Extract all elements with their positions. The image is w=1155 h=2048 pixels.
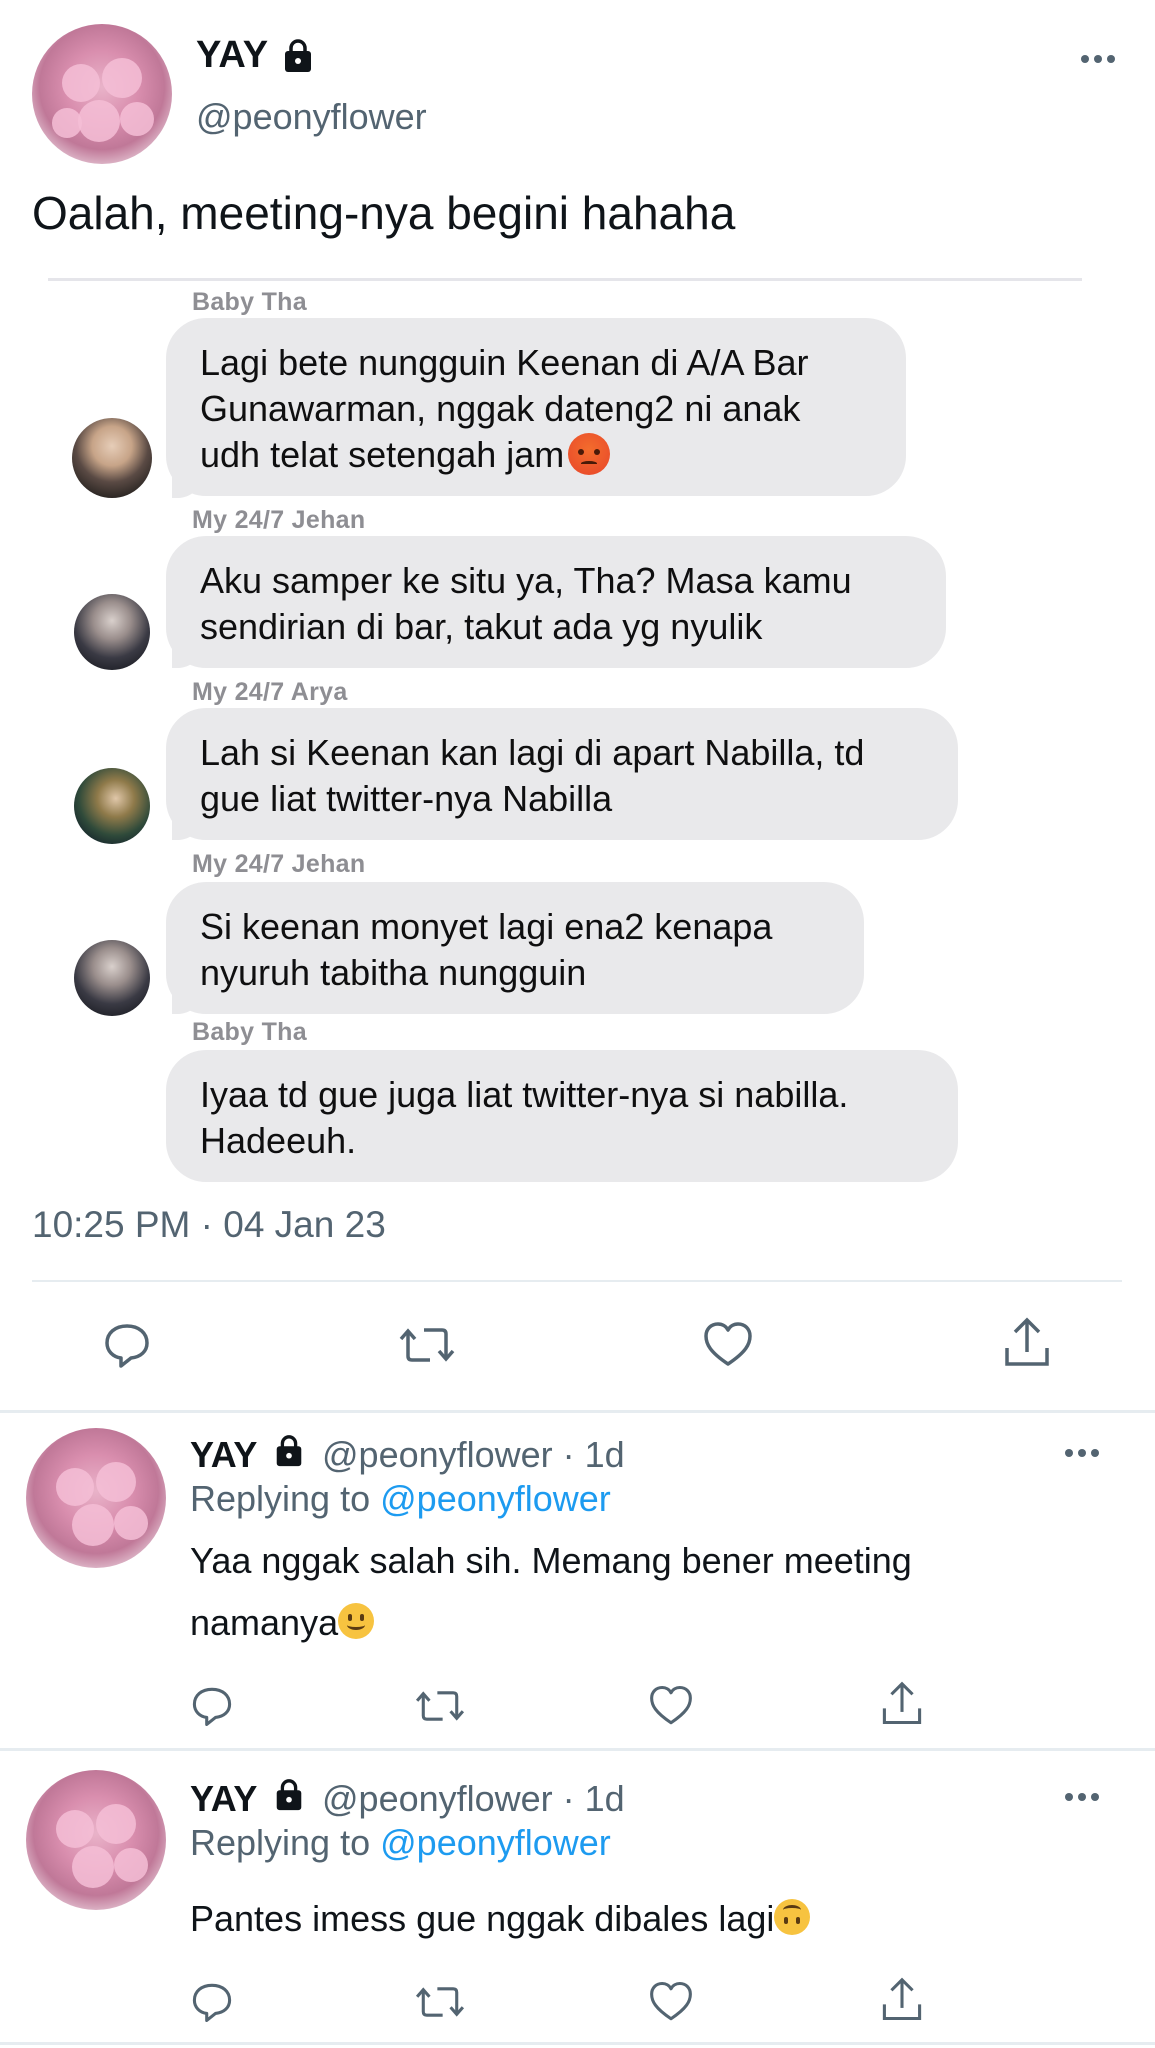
chat-line: Gunawarman, nggak dateng2 ni anak [200,388,801,429]
reply-icon[interactable] [190,1684,234,1728]
angry-face-emoji [568,433,611,475]
chat-line: Lagi bete nungguin Keenan di A/A Bar [200,342,809,383]
replying-to: Replying to @peonyflower [190,1478,611,1519]
chat-sender: My 24/7 Jehan [192,506,366,534]
divider [0,2042,1155,2045]
like-icon[interactable] [648,1684,694,1728]
contact-avatar[interactable] [74,940,150,1016]
chat-bubble: Si keenan monyet lagi ena2 kenapa nyuruh… [166,882,864,1014]
contact-avatar[interactable] [74,768,150,844]
chat-line: Hadeeuh. [200,1120,357,1161]
tweet-timestamp[interactable]: 10:25 PM · 04 Jan 23 [32,1204,386,1246]
replying-to: Replying to @peonyflower [190,1822,611,1863]
display-name[interactable]: YAY [196,34,269,77]
profile-avatar[interactable] [32,24,172,164]
share-icon[interactable] [880,1680,924,1728]
contact-avatar[interactable] [72,418,152,498]
more-icon[interactable] [1064,1790,1100,1808]
divider [32,1280,1122,1282]
mention-link[interactable]: @peonyflower [380,1478,611,1519]
divider [0,1410,1155,1413]
slightly-smiling-face-emoji [338,1603,375,1639]
chat-sender: Baby Tha [192,1018,307,1046]
chat-line: Lah si Keenan kan lagi di apart Nabilla,… [200,732,865,773]
chat-sender: My 24/7 Arya [192,678,348,706]
chat-line: Aku samper ke situ ya, Tha? Masa kamu [200,560,852,601]
chat-bubble: Lah si Keenan kan lagi di apart Nabilla,… [166,708,958,840]
lock-icon [272,1778,306,1817]
reply-text: Pantes imess gue nggak dibales lagi [190,1888,811,1950]
divider [48,278,1082,281]
chat-bubble: Iyaa td gue juga liat twitter-nya si nab… [166,1050,958,1182]
more-icon[interactable] [1080,52,1116,70]
divider [0,1748,1155,1751]
chat-bubble: Aku samper ke situ ya, Tha? Masa kamu se… [166,536,946,668]
lock-icon [280,38,316,79]
chat-line: Si keenan monyet lagi ena2 kenapa [200,906,773,947]
upside-down-face-emoji [774,1899,811,1935]
chat-line: nyuruh tabitha nungguin [200,952,587,993]
mention-link[interactable]: @peonyflower [380,1822,611,1863]
attached-chat-screenshot[interactable]: Baby Tha Lagi bete nungguin Keenan di A/… [48,278,1082,1182]
more-icon[interactable] [1064,1446,1100,1464]
chat-line: Iyaa td gue juga liat twitter-nya si nab… [200,1074,849,1115]
reply-handle-time[interactable]: @peonyflower · 1d [322,1778,625,1820]
reply-display-name[interactable]: YAY [190,1778,257,1820]
chat-line: udh telat setengah jam [200,432,872,478]
lock-icon [272,1434,306,1473]
retweet-icon[interactable] [414,1684,466,1728]
like-icon[interactable] [702,1320,754,1370]
reply-handle-time[interactable]: @peonyflower · 1d [322,1434,625,1476]
like-icon[interactable] [648,1980,694,2024]
tweet-text: Oalah, meeting-nya begini hahaha [32,187,736,239]
share-icon[interactable] [880,1976,924,2024]
chat-bubble: Lagi bete nungguin Keenan di A/A Bar Gun… [166,318,906,496]
chat-sender: My 24/7 Jehan [192,850,366,878]
reply-text: Yaa nggak salah sih. Memang bener meetin… [190,1540,912,1643]
retweet-icon[interactable] [398,1320,456,1370]
reply-avatar[interactable] [26,1428,166,1568]
reply-avatar[interactable] [26,1770,166,1910]
reply-display-name[interactable]: YAY [190,1434,257,1476]
share-icon[interactable] [1002,1316,1052,1370]
chat-line: gue liat twitter-nya Nabilla [200,778,613,819]
chat-sender: Baby Tha [192,288,307,316]
reply-icon[interactable] [190,1980,234,2024]
contact-avatar[interactable] [74,594,150,670]
user-handle[interactable]: @peonyflower [196,96,427,138]
retweet-icon[interactable] [414,1980,466,2024]
reply-icon[interactable] [102,1320,152,1370]
chat-line: sendirian di bar, takut ada yg nyulik [200,606,763,647]
